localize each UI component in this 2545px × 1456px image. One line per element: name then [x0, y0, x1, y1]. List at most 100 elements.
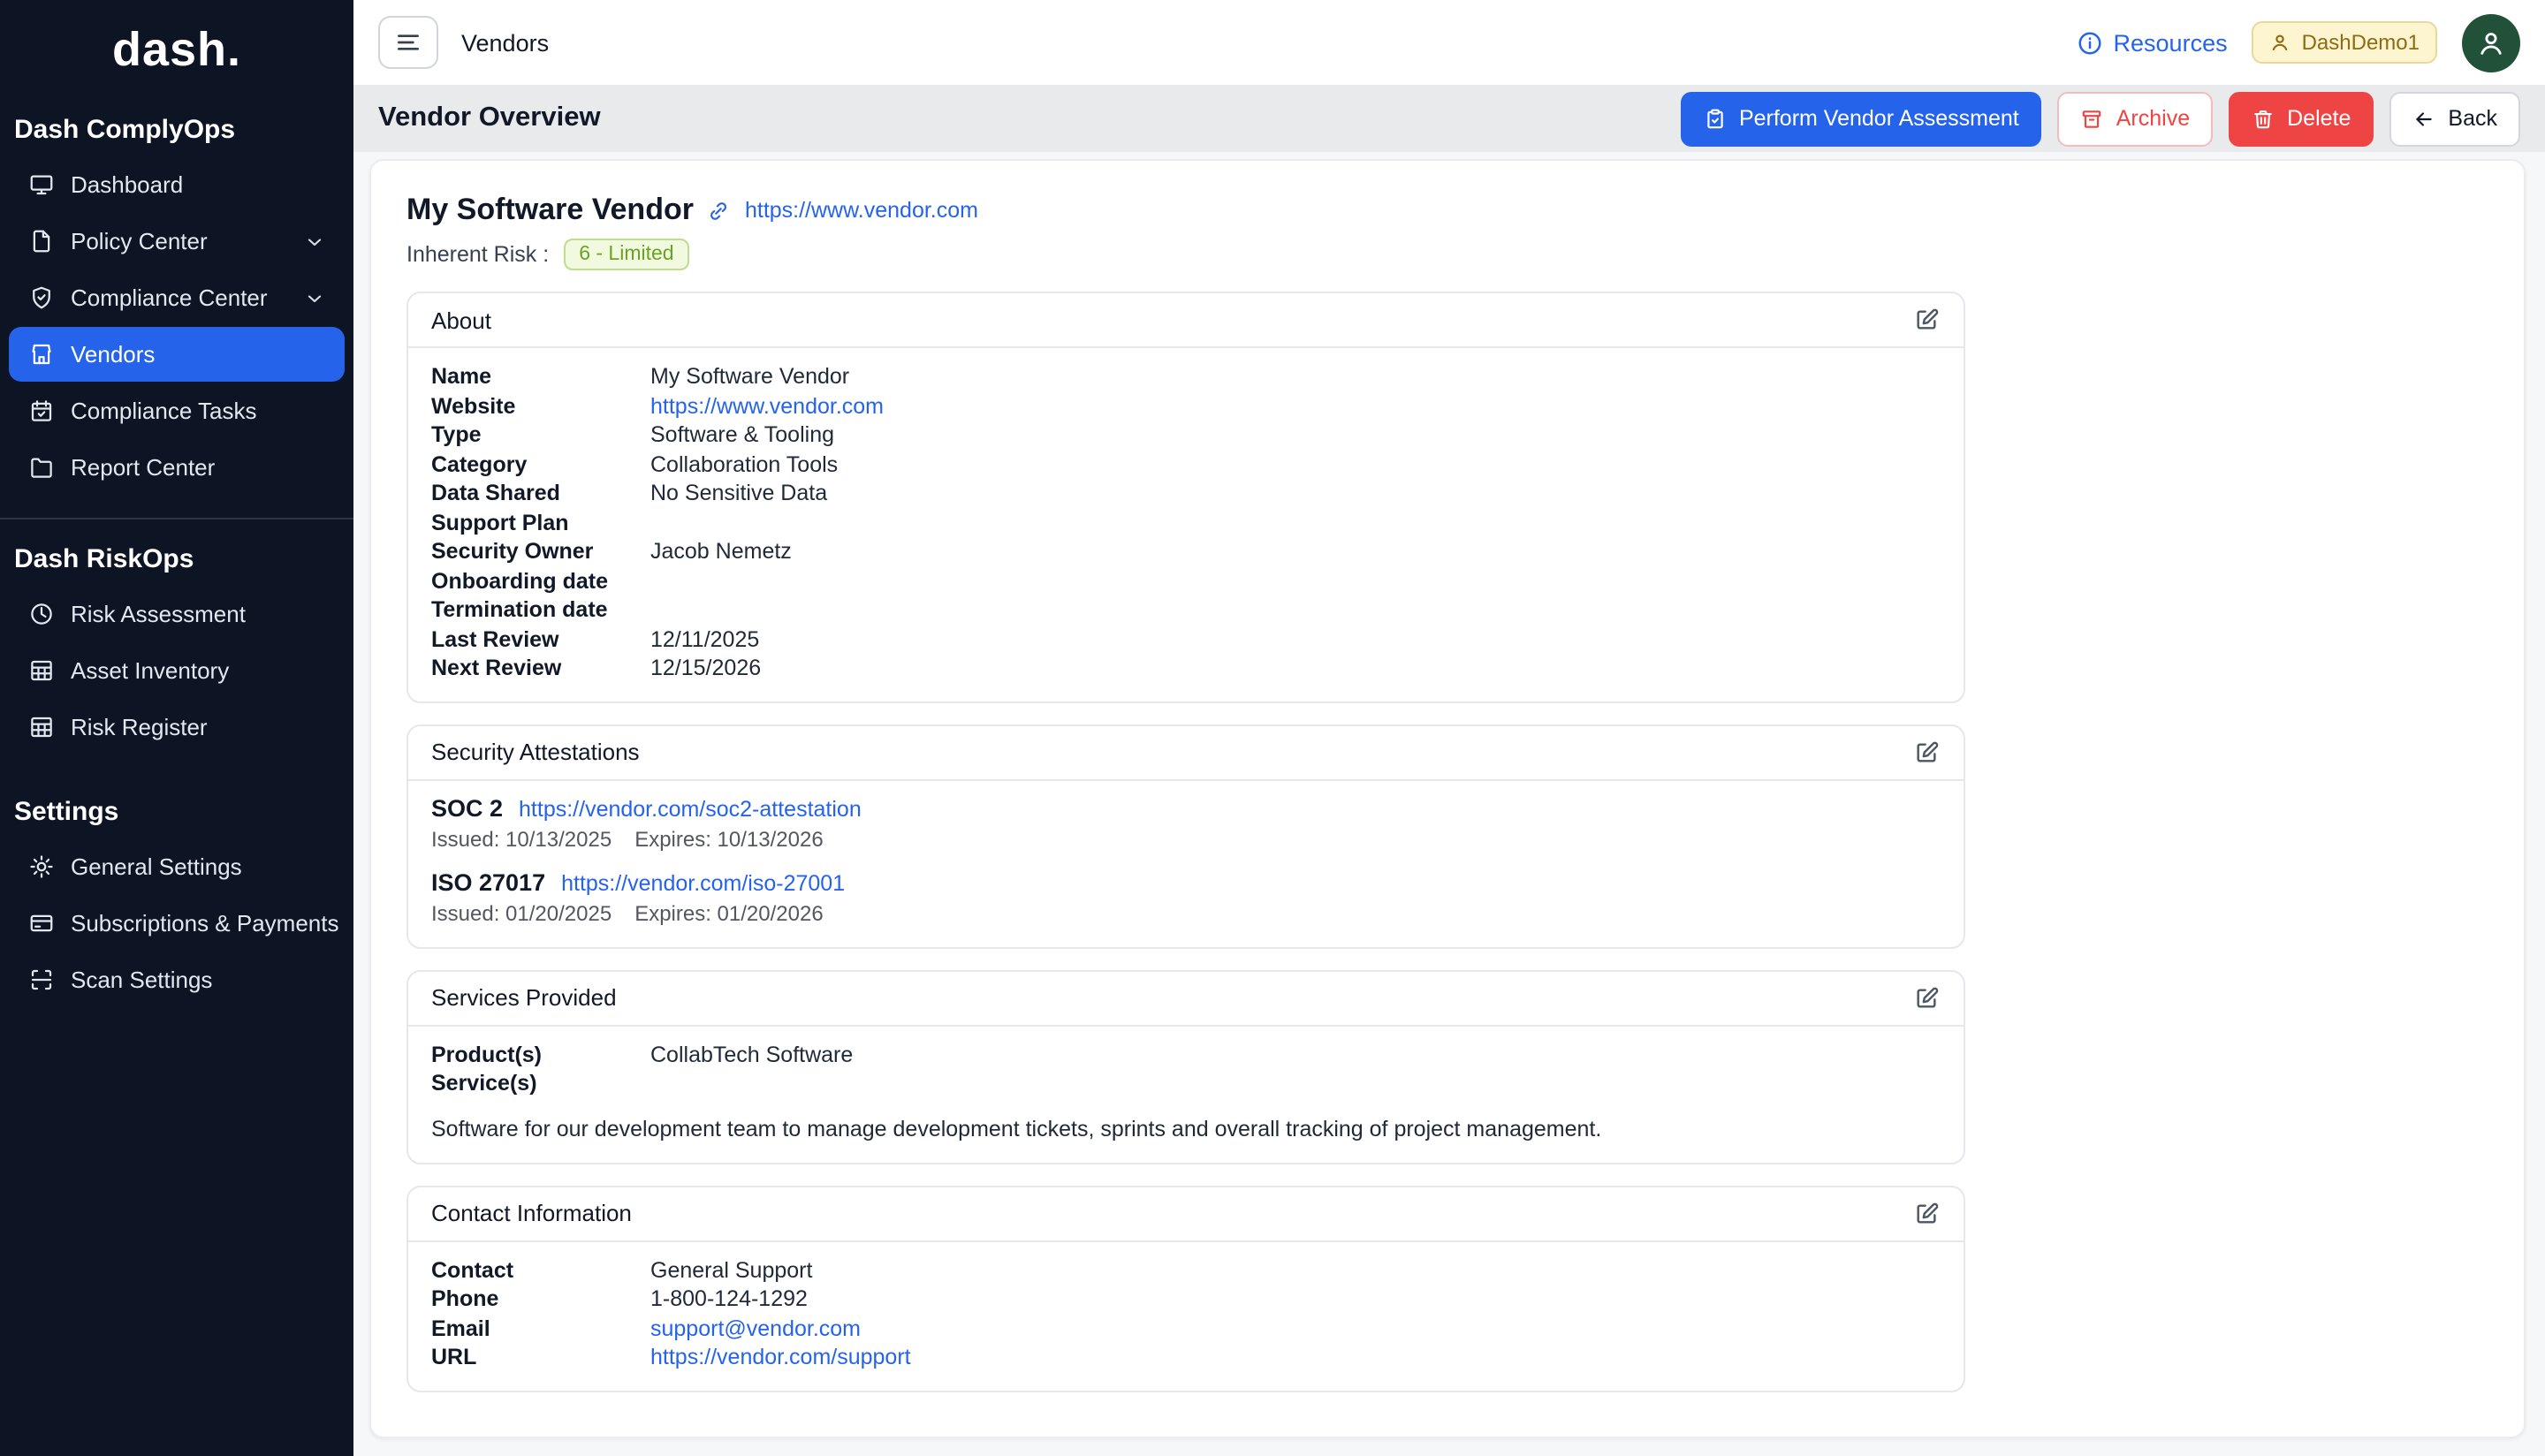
sidebar-item-risk-assessment[interactable]: Risk Assessment	[9, 587, 345, 641]
attestation-title-row: SOC 2 https://vendor.com/soc2-attestatio…	[431, 794, 1941, 821]
resources-link[interactable]: Resources	[2077, 29, 2228, 56]
trash-icon	[2252, 107, 2275, 130]
field-row-contact: ContactGeneral Support	[431, 1255, 1941, 1285]
vendor-panel: My Software Vendor https://www.vendor.co…	[369, 159, 2526, 1438]
attestations-card-body: SOC 2 https://vendor.com/soc2-attestatio…	[408, 780, 1964, 946]
back-button-label: Back	[2448, 108, 2497, 130]
topbar-right: Resources DashDemo1	[2077, 13, 2520, 72]
content: My Software Vendor https://www.vendor.co…	[353, 152, 2545, 1456]
about-card: About NameMy Software Vendor Websitehttp…	[406, 292, 1965, 702]
page-header-actions: Perform Vendor Assessment Archive Delete…	[1681, 91, 2520, 146]
field-label: Support Plan	[431, 508, 650, 537]
delete-button-label: Delete	[2287, 108, 2351, 130]
services-description: Software for our development team to man…	[431, 1114, 1916, 1144]
field-row-website: Websitehttps://www.vendor.com	[431, 391, 1941, 421]
sidebar-item-report-center[interactable]: Report Center	[9, 440, 345, 495]
edit-contact-button[interactable]	[1912, 1199, 1941, 1227]
archive-button[interactable]: Archive	[2058, 91, 2213, 146]
edit-attestations-button[interactable]	[1912, 738, 1941, 766]
edit-services-button[interactable]	[1912, 983, 1941, 1012]
field-label: Phone	[431, 1285, 650, 1314]
sidebar-item-compliance-center[interactable]: Compliance Center	[9, 270, 345, 325]
sidebar-item-dashboard[interactable]: Dashboard	[9, 157, 345, 212]
edit-icon	[1912, 306, 1941, 334]
account-badge[interactable]: DashDemo1	[2253, 21, 2437, 64]
sidebar-item-risk-register[interactable]: Risk Register	[9, 700, 345, 755]
support-url-link[interactable]: https://vendor.com/support	[650, 1343, 911, 1372]
vendor-website-link[interactable]: https://www.vendor.com	[745, 198, 978, 223]
field-label: Next Review	[431, 654, 650, 683]
sidebar-toggle-button[interactable]	[378, 16, 438, 69]
email-link[interactable]: support@vendor.com	[650, 1314, 861, 1343]
sidebar-item-general-settings[interactable]: General Settings	[9, 839, 345, 894]
field-label: Product(s)	[431, 1040, 650, 1069]
attestation-name: ISO 27017	[431, 868, 545, 895]
sidebar-item-label: Asset Inventory	[71, 657, 229, 684]
website-link[interactable]: https://www.vendor.com	[650, 391, 884, 421]
account-badge-label: DashDemo1	[2302, 30, 2420, 55]
app: dash. Dash ComplyOps Dashboard Policy Ce…	[0, 0, 2545, 1456]
user-icon	[2476, 27, 2506, 57]
sidebar-item-label: General Settings	[71, 853, 242, 880]
edit-icon	[1912, 1199, 1941, 1227]
inherent-risk-badge: 6 - Limited	[563, 239, 689, 270]
app-logo: dash.	[0, 0, 353, 99]
sidebar-item-subscriptions-payments[interactable]: Subscriptions & Payments	[9, 896, 345, 951]
back-button[interactable]: Back	[2389, 91, 2520, 146]
field-row-next-review: Next Review12/15/2026	[431, 654, 1941, 683]
field-label: Category	[431, 450, 650, 479]
edit-about-button[interactable]	[1912, 306, 1941, 334]
sidebar-heading-riskops: Dash RiskOps	[0, 528, 353, 585]
sidebar-item-compliance-tasks[interactable]: Compliance Tasks	[9, 383, 345, 438]
sidebar-item-label: Report Center	[71, 454, 215, 481]
attestation-meta: Issued: 01/20/2025 Expires: 01/20/2026	[431, 900, 1941, 925]
attestations-card: Security Attestations SOC 2 https://vend…	[406, 724, 1965, 948]
field-value: 12/15/2026	[650, 654, 761, 683]
sidebar-heading-settings: Settings	[0, 781, 353, 838]
attestation-link[interactable]: https://vendor.com/soc2-attestation	[519, 796, 862, 821]
attestation-meta: Issued: 10/13/2025 Expires: 10/13/2026	[431, 826, 1941, 851]
inherent-risk-line: Inherent Risk : 6 - Limited	[406, 239, 2488, 270]
field-value: Jacob Nemetz	[650, 537, 792, 566]
policy-icon	[28, 228, 55, 254]
field-row-name: NameMy Software Vendor	[431, 362, 1941, 391]
services-card: Services Provided Product(s)CollabTech S…	[406, 969, 1965, 1164]
field-row-url: URLhttps://vendor.com/support	[431, 1343, 1941, 1372]
attestation-link[interactable]: https://vendor.com/iso-27001	[561, 870, 845, 895]
attestation-item-iso27017: ISO 27017 https://vendor.com/iso-27001 I…	[431, 868, 1941, 925]
edit-icon	[1912, 738, 1941, 766]
services-card-body: Product(s)CollabTech Software Service(s)…	[408, 1026, 1964, 1162]
field-label: Email	[431, 1314, 650, 1343]
risk-assessment-icon	[28, 601, 55, 627]
delete-button[interactable]: Delete	[2229, 91, 2374, 146]
field-row-data-shared: Data SharedNo Sensitive Data	[431, 479, 1941, 508]
field-label: Type	[431, 421, 650, 450]
inherent-risk-label: Inherent Risk :	[406, 242, 549, 267]
perform-vendor-assessment-button[interactable]: Perform Vendor Assessment	[1681, 91, 2042, 146]
vendors-icon	[28, 341, 55, 368]
attestation-name: SOC 2	[431, 794, 503, 821]
vendor-name: My Software Vendor	[406, 193, 694, 228]
attestations-card-header: Security Attestations	[408, 725, 1964, 780]
sidebar-item-policy-center[interactable]: Policy Center	[9, 214, 345, 269]
attestation-expires: Expires: 10/13/2026	[634, 826, 824, 851]
attestation-title-row: ISO 27017 https://vendor.com/iso-27001	[431, 868, 1941, 895]
avatar[interactable]	[2462, 13, 2520, 72]
chevron-down-icon	[304, 231, 325, 252]
edit-icon	[1912, 983, 1941, 1012]
resources-label: Resources	[2114, 29, 2228, 56]
sidebar-section-complyops: Dash ComplyOps Dashboard Policy Center C…	[0, 99, 353, 497]
field-label: Service(s)	[431, 1069, 650, 1098]
archive-icon	[2081, 107, 2104, 130]
sidebar-heading-complyops: Dash ComplyOps	[0, 99, 353, 155]
sidebar-item-label: Vendors	[71, 341, 155, 368]
field-row-security-owner: Security OwnerJacob Nemetz	[431, 537, 1941, 566]
sidebar-section-riskops: Dash RiskOps Risk Assessment Asset Inven…	[0, 518, 353, 756]
sidebar-item-vendors[interactable]: Vendors	[9, 327, 345, 382]
field-row-products: Product(s)CollabTech Software	[431, 1040, 1941, 1069]
menu-icon	[394, 28, 422, 57]
sidebar-item-asset-inventory[interactable]: Asset Inventory	[9, 643, 345, 698]
sidebar-item-scan-settings[interactable]: Scan Settings	[9, 952, 345, 1007]
attestation-item-soc2: SOC 2 https://vendor.com/soc2-attestatio…	[431, 794, 1941, 851]
tasks-icon	[28, 398, 55, 424]
